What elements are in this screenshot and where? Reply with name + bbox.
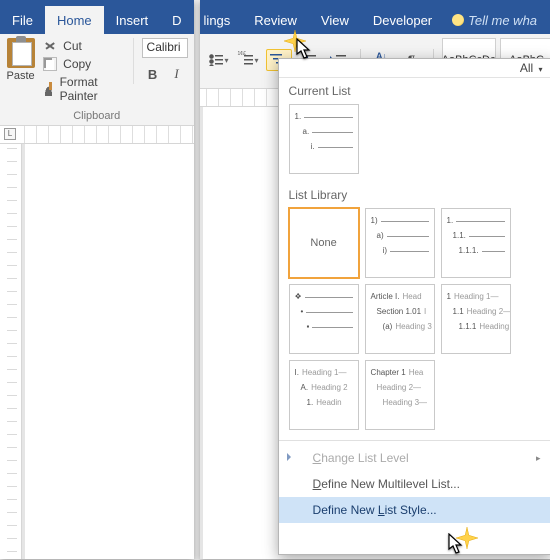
page[interactable] [22,144,194,559]
italic-button[interactable]: I [166,64,188,84]
cut-label: Cut [63,39,82,53]
copy-icon [43,57,57,71]
tab-developer[interactable]: Developer [361,6,444,34]
section-list-library: List Library [279,182,550,204]
word-window-right: lings Review View Developer Tell me wha … [200,0,550,559]
clipboard-group-label: Clipboard [6,104,188,125]
thumb-library-5[interactable]: 1 Heading 1—1.1 Heading 2—1.1.1 Heading … [441,284,511,354]
scissors-icon [43,39,57,53]
bullets-icon [209,54,223,66]
tab-review[interactable]: Review [242,6,309,34]
tab-selector[interactable]: L [4,128,16,140]
tab-mailings-partial[interactable]: lings [200,6,243,34]
menu-define-list-style[interactable]: Define New List Style... [279,497,550,523]
ribbon-tabs: File Home Insert D [0,6,194,34]
ribbon-home-left: Paste Cut Copy Format Painter Calibri B … [0,34,194,126]
divider [279,440,550,441]
bullets-button[interactable]: ▾ [206,49,232,71]
chevron-down-icon: ▾ [253,56,259,65]
chevron-down-icon: ▾ [537,65,543,74]
paste-label: Paste [6,70,35,82]
thumb-library-2[interactable]: 1.1.1.1.1.1. [441,208,511,278]
horizontal-ruler[interactable]: L [0,126,194,144]
thumb-library-6[interactable]: I. Heading 1—A. Heading 21. Headin [289,360,359,430]
tab-file[interactable]: File [0,6,45,34]
format-painter-button[interactable]: Format Painter [41,74,120,104]
thumb-current[interactable]: 1. a. i. [289,104,359,174]
tab-home[interactable]: Home [45,6,104,34]
ribbon-tabs-right: lings Review View Developer Tell me wha [200,6,550,34]
tab-insert[interactable]: Insert [104,6,161,34]
font-name-selector[interactable]: Calibri [142,38,188,58]
word-window-left: File Home Insert D Paste Cut Copy Format… [0,0,194,559]
bold-button[interactable]: B [142,64,164,84]
brush-icon [43,82,53,96]
paste-button[interactable]: Paste [6,38,35,104]
multilevel-list-gallery: All ▾ Current List 1. a. i. List Library… [278,58,550,555]
thumb-library-7[interactable]: Chapter 1 Hea Heading 2— Heading 3— [365,360,435,430]
tab-design-partial[interactable]: D [160,6,193,34]
thumb-library-1[interactable]: 1)a)i) [365,208,435,278]
thumb-library-4[interactable]: Article I. HeadSection 1.01 I(a) Heading… [365,284,435,354]
copy-label: Copy [63,57,91,71]
paste-icon [7,38,35,68]
cut-button[interactable]: Cut [41,38,120,54]
thumb-library-3[interactable]: ❖•▪ [289,284,359,354]
thumb-none[interactable]: None [289,208,359,278]
all-filter[interactable]: All ▾ [520,61,543,75]
numbering-icon [239,54,253,66]
tell-me-search[interactable]: Tell me wha [444,13,545,28]
chevron-right-icon: ▸ [536,453,541,464]
menu-define-multilevel-list[interactable]: Define New Multilevel List... [279,471,550,497]
clipboard-group: Paste Cut Copy Format Painter [6,38,121,104]
section-current-list: Current List [279,78,550,100]
document-area [0,144,194,559]
tell-me-label: Tell me wha [468,13,537,28]
tab-view[interactable]: View [309,6,361,34]
indent-icon [289,451,303,465]
vertical-ruler[interactable] [0,144,22,559]
chevron-down-icon: ▾ [223,56,229,65]
bulb-icon [452,14,464,26]
menu-change-list-level: Change List Level ▸ [279,445,550,471]
numbering-button[interactable]: ▾ [236,49,262,71]
copy-button[interactable]: Copy [41,56,120,72]
format-painter-label: Format Painter [60,75,119,103]
ruler-ticks [24,126,194,143]
